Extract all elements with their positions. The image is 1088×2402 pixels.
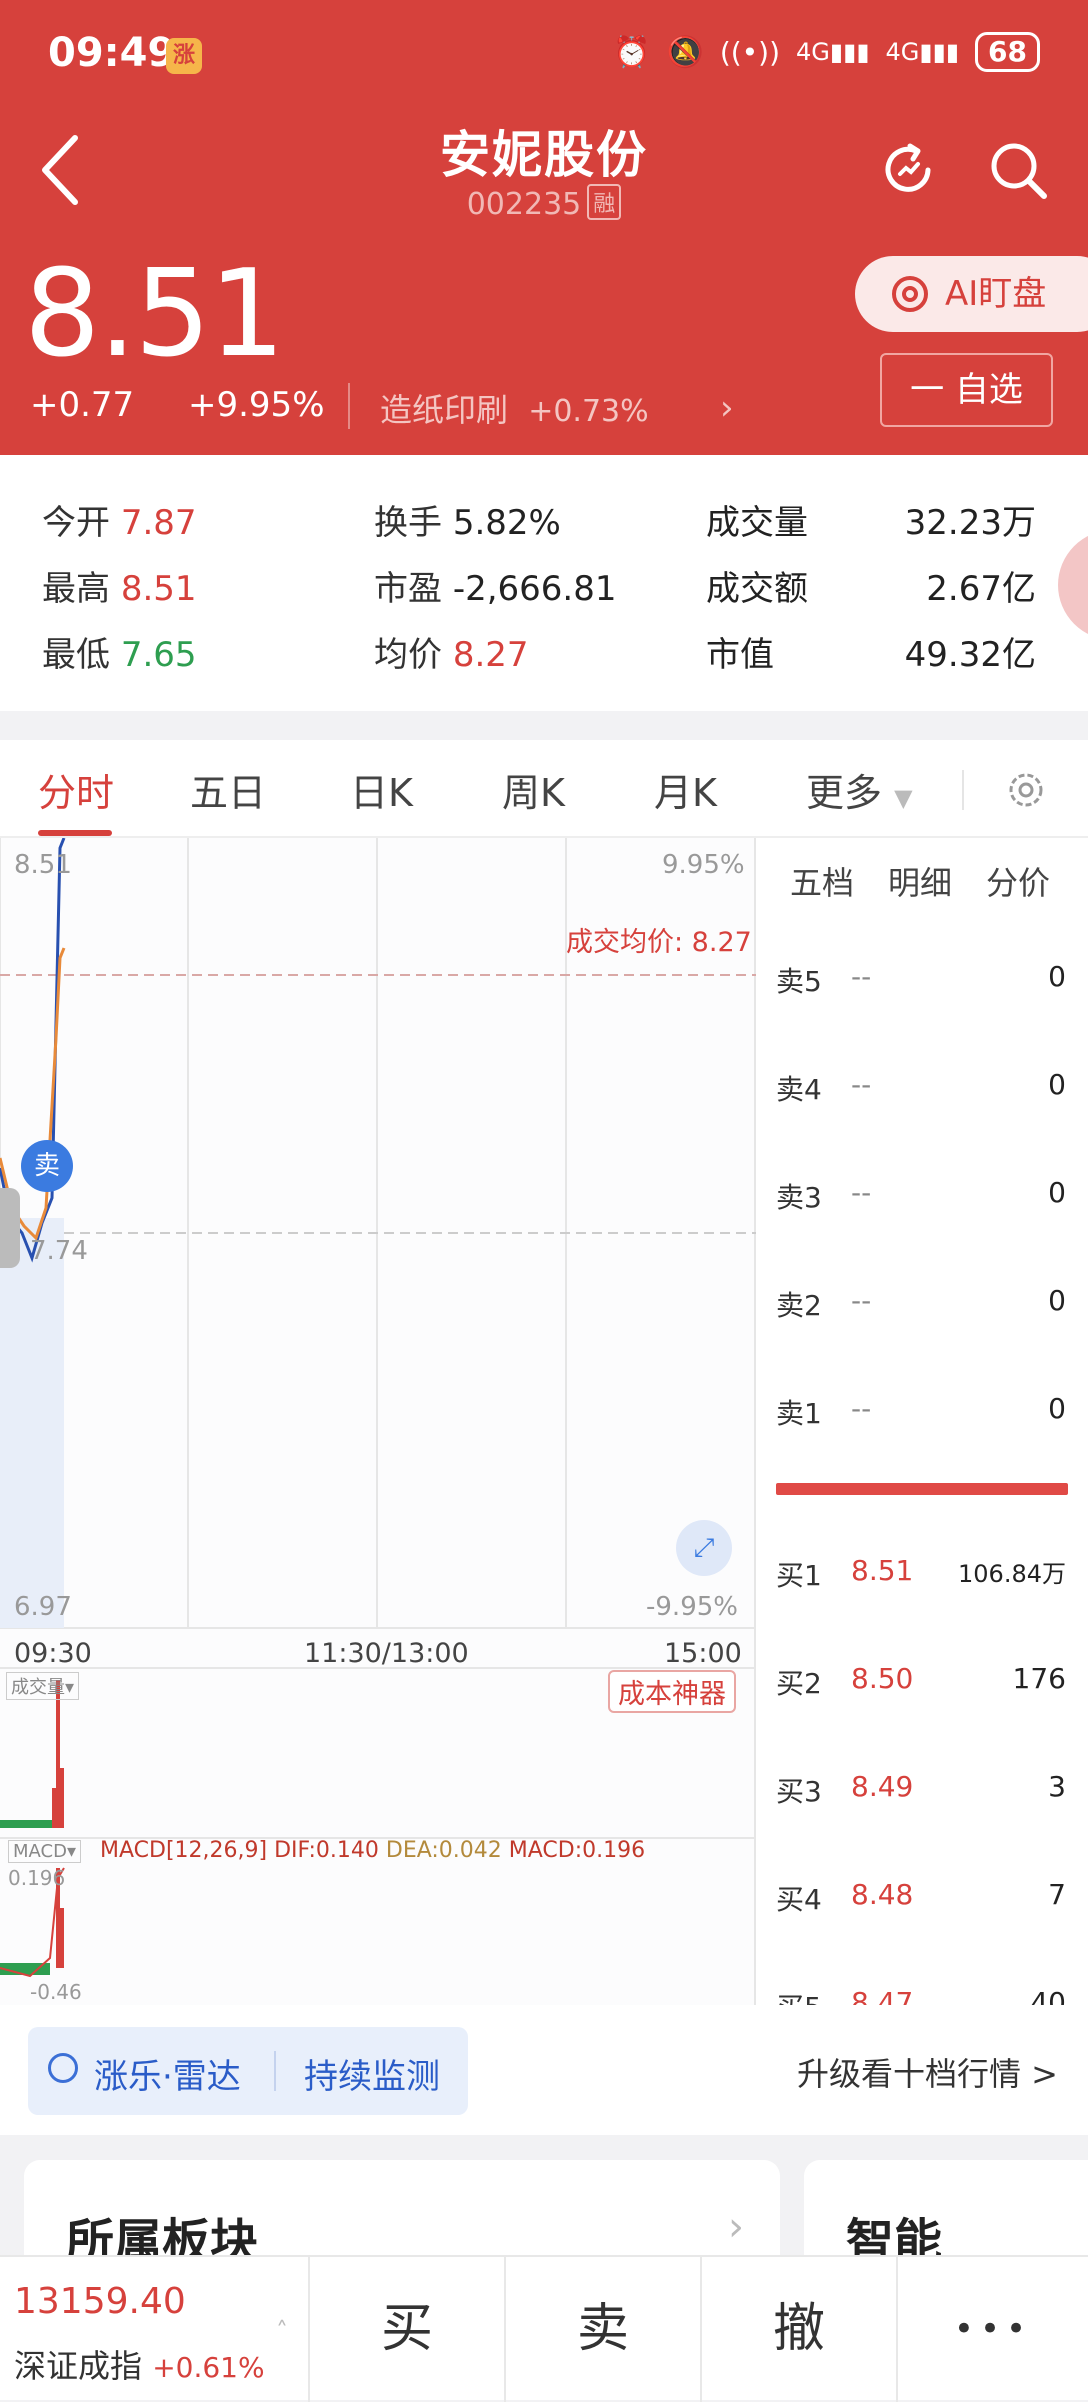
- tab-more[interactable]: 更多 ▼: [806, 762, 913, 817]
- time-end: 15:00: [664, 1638, 742, 1669]
- tab-monthly-k[interactable]: 月K: [654, 762, 717, 817]
- price-change-pct: +9.95%: [188, 385, 325, 425]
- radar-pill[interactable]: 涨乐·雷达 持续监测: [28, 2027, 468, 2115]
- chevron-up-icon: ˄: [276, 2317, 288, 2345]
- divider: [962, 770, 964, 810]
- current-price: 8.51: [24, 245, 285, 384]
- sector-name: 造纸印刷: [380, 391, 509, 429]
- stat-open: 今开 7.87: [42, 503, 197, 543]
- stat-high: 最高 8.51: [42, 569, 197, 609]
- status-icons: ⏰ 🔕 ((•)) 4G▮▮▮ 4G▮▮▮ 68: [613, 32, 1040, 72]
- macd-indicator-select[interactable]: MACD▾: [8, 1840, 82, 1863]
- bid-row: 买3 8.49 3: [776, 1770, 1066, 1808]
- sell-button[interactable]: 卖: [504, 2257, 700, 2402]
- axis-bottom-pct: -9.95%: [646, 1592, 738, 1622]
- stats-panel: 今开 7.87 最高 8.51 最低 7.65 换手 5.82% 市盈 -2,6…: [0, 455, 1088, 711]
- ai-eye-icon: [892, 276, 928, 312]
- volume-indicator-select[interactable]: 成交量▾: [6, 1672, 80, 1700]
- tab-five-levels[interactable]: 五档: [790, 858, 854, 904]
- ask-row: 卖1 -- 0: [776, 1392, 1066, 1430]
- stat-volume: 32.23万: [904, 503, 1036, 543]
- bid-row-clipped: 买58.4740: [776, 1986, 1066, 2006]
- sector-pct: +0.73%: [528, 394, 649, 429]
- left-drawer-handle[interactable]: [0, 1188, 20, 1268]
- tab-price-dist[interactable]: 分价: [986, 858, 1050, 904]
- refresh-icon[interactable]: [876, 138, 940, 202]
- buy-button[interactable]: 买: [308, 2257, 504, 2402]
- axis-bottom-price: 6.97: [14, 1592, 72, 1622]
- search-icon[interactable]: [986, 138, 1050, 202]
- stat-amount-label: 成交额: [706, 569, 808, 609]
- tab-tick-detail[interactable]: 明细: [888, 858, 952, 904]
- price-change: +0.77: [30, 385, 135, 425]
- chevron-down-icon: ▼: [894, 784, 913, 812]
- index-name-line: 深证成指 +0.61%: [14, 2347, 265, 2385]
- bottom-bar: 13159.40 深证成指 +0.61% ˄ 买 卖 撤 •••: [0, 2255, 1088, 2402]
- stat-turnover: 换手 5.82%: [374, 503, 561, 543]
- add-watchlist-button[interactable]: 一 自选: [880, 353, 1053, 427]
- ask-row: 卖2 -- 0: [776, 1284, 1066, 1322]
- wifi-icon: ((•)): [719, 35, 781, 69]
- stat-amount: 2.67亿: [926, 569, 1036, 609]
- stat-mcap: 49.32亿: [904, 635, 1036, 675]
- cancel-order-button[interactable]: 撤: [700, 2257, 896, 2402]
- stat-low: 最低 7.65: [42, 635, 197, 675]
- divider: [274, 2051, 276, 2091]
- axis-top-pct: 9.95%: [662, 850, 745, 880]
- index-ticker[interactable]: 13159.40 深证成指 +0.61% ˄: [0, 2257, 308, 2402]
- stat-volume-label: 成交量: [706, 503, 808, 543]
- bid-row: 买2 8.50 176: [776, 1662, 1066, 1700]
- axis-mid-price: 7.74: [30, 1236, 88, 1266]
- chevron-right-icon: ›: [728, 2204, 744, 2250]
- settings-gear-icon[interactable]: [1004, 768, 1048, 812]
- floating-mascot-icon[interactable]: [1058, 530, 1088, 640]
- mute-icon: 🔕: [666, 34, 704, 70]
- bid-row: 买4 8.48 7: [776, 1878, 1066, 1916]
- bid-row: 买1 8.51 106.84万: [776, 1554, 1066, 1592]
- status-time: 09:49: [48, 30, 176, 76]
- stat-mcap-label: 市值: [706, 635, 774, 675]
- cost-tool-button[interactable]: 成本神器: [608, 1670, 736, 1713]
- sell-marker[interactable]: 卖: [21, 1140, 73, 1192]
- intraday-chart[interactable]: [0, 838, 756, 2008]
- avg-price-line-label: 成交均价: 8.27: [566, 927, 752, 958]
- tab-weekly-k[interactable]: 周K: [502, 762, 565, 817]
- stock-code: 002235: [466, 187, 582, 222]
- more-button[interactable]: •••: [896, 2257, 1088, 2402]
- radar-icon: [48, 2053, 78, 2083]
- stock-header: 09:49 涨 ⏰ 🔕 ((•)) 4G▮▮▮ 4G▮▮▮ 68 安妮股份 00…: [0, 0, 1088, 455]
- margin-badge: 融: [587, 184, 622, 220]
- tab-intraday[interactable]: 分时: [38, 762, 114, 817]
- macd-top: 0.196: [8, 1866, 66, 1890]
- macd-params: MACD[12,26,9] DIF:0.140 DEA:0.042 MACD:0…: [100, 1838, 646, 1863]
- divider: [348, 383, 350, 429]
- upgrade-link[interactable]: 升级看十档行情 >: [797, 2049, 1058, 2095]
- time-mid: 11:30/13:00: [304, 1638, 469, 1669]
- signal-icon: 4G▮▮▮: [796, 38, 870, 66]
- radar-section: 涨乐·雷达 持续监测 升级看十档行情 >: [0, 2005, 1088, 2135]
- time-start: 09:30: [14, 1638, 92, 1669]
- ask-row: 卖3 -- 0: [776, 1176, 1066, 1214]
- macd-bottom: -0.46: [30, 1980, 82, 2004]
- sector-link[interactable]: 造纸印刷 +0.73%: [380, 385, 649, 431]
- stat-pe: 市盈 -2,666.81: [374, 569, 617, 609]
- chevron-right-icon[interactable]: ›: [720, 388, 734, 428]
- tab-five-day[interactable]: 五日: [190, 762, 266, 817]
- battery-icon: 68: [975, 32, 1040, 72]
- ask-row: 卖4 -- 0: [776, 1068, 1066, 1106]
- sector-cards: 所属板块 › 智能: [0, 2135, 1088, 2280]
- tab-daily-k[interactable]: 日K: [350, 762, 413, 817]
- ask-row: 卖5 -- 0: [776, 960, 1066, 998]
- bid-ask-ratio-bar: [776, 1483, 1068, 1495]
- chart-section: 分时 五日 日K 周K 月K 更多 ▼ 8.51 9.95% 成交均价: 8.2…: [0, 740, 1088, 2008]
- app-notification-icon: 涨: [166, 38, 202, 74]
- stat-avg: 均价 8.27: [374, 635, 529, 675]
- alarm-icon: ⏰: [613, 34, 651, 70]
- signal-icon-2: 4G▮▮▮: [885, 38, 960, 66]
- axis-top-price: 8.51: [14, 850, 72, 880]
- radar-monitor: 持续监测: [304, 2057, 440, 2097]
- fullscreen-icon[interactable]: ⤢: [676, 1520, 732, 1576]
- radar-name: 涨乐·雷达: [94, 2057, 241, 2097]
- index-value: 13159.40: [14, 2281, 186, 2322]
